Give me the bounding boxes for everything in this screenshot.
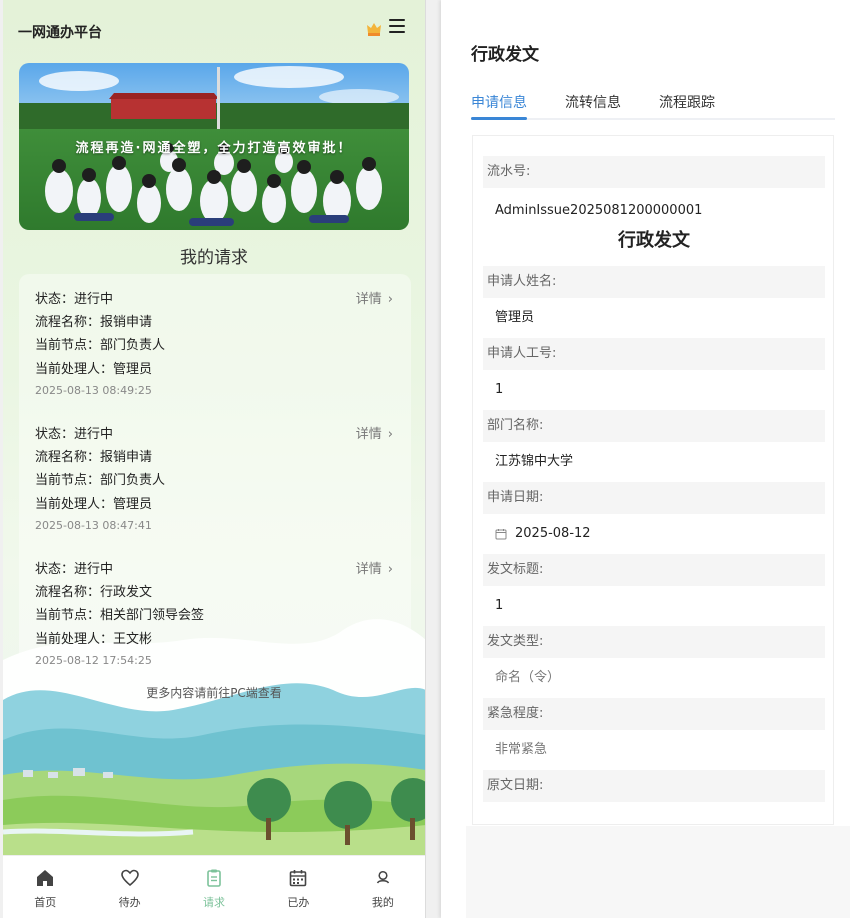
detail-link[interactable]: 详情 › <box>356 288 393 307</box>
mobile-app-panel: 一网通办平台 流程再造·网通全塑，全力打造高效审批！ 我的请求 状态：进行中 流… <box>3 0 426 918</box>
tab-requests[interactable]: 请求 <box>172 856 256 918</box>
urgency-level: 非常紧急 <box>495 742 548 757</box>
field-label: 申请人姓名: <box>483 266 825 298</box>
field-label: 申请人工号: <box>483 338 825 370</box>
user-icon <box>376 870 389 884</box>
tab-label: 我的 <box>371 896 394 909</box>
serial-number: AdminIssue2025081200000001 <box>495 203 703 218</box>
request-status: 状态：进行中 <box>35 562 114 577</box>
tab-label: 首页 <box>34 896 57 909</box>
crown-icon[interactable] <box>365 20 383 38</box>
request-process: 流程名称：报销申请 <box>35 450 153 465</box>
field-label: 紧急程度: <box>483 698 825 730</box>
tab-apply-info[interactable]: 申请信息 <box>471 92 527 112</box>
detail-link[interactable]: 详情 › <box>356 558 393 577</box>
request-handler: 当前处理人：管理员 <box>35 497 153 512</box>
banner-caption: 流程再造·网通全塑，全力打造高效审批！ <box>75 141 353 156</box>
bottom-tab-bar: 首页 待办 请求 已办 我的 <box>3 855 425 918</box>
tab-label: 请求 <box>203 896 226 909</box>
original-date <box>483 802 825 824</box>
request-time: 2025-08-12 17:54:25 <box>35 654 152 667</box>
field-label: 部门名称: <box>483 410 825 442</box>
chevron-right-icon: › <box>387 562 393 577</box>
request-list: 状态：进行中 流程名称：报销申请 当前节点：部门负责人 当前处理人：管理员 20… <box>19 274 411 682</box>
request-node: 当前节点：部门负责人 <box>35 473 166 488</box>
field-label: 原文日期: <box>483 770 825 802</box>
detail-panel: 行政发文 申请信息 流转信息 流程跟踪 流水号: AdminIssue20250… <box>441 0 865 918</box>
tab-label: 已办 <box>287 896 310 909</box>
detail-tabs: 申请信息 流转信息 流程跟踪 <box>471 90 835 120</box>
clipboard-icon <box>207 869 221 887</box>
chevron-right-icon: › <box>387 427 393 442</box>
page-title: 行政发文 <box>471 45 539 65</box>
app-title: 一网通办平台 <box>18 25 102 41</box>
apply-date-field[interactable]: 2025-08-12 <box>483 514 825 554</box>
tab-flow-info[interactable]: 流转信息 <box>565 92 621 112</box>
document-title: 1 <box>495 598 504 613</box>
request-card[interactable]: 状态：进行中 流程名称：行政发文 当前节点：相关部门领导会签 当前处理人：王文彬… <box>19 552 411 682</box>
heart-icon <box>120 869 139 887</box>
field-label: 流水号: <box>483 156 825 188</box>
banner-image: 流程再造·网通全塑，全力打造高效审批！ <box>19 63 409 230</box>
request-node: 当前节点：相关部门领导会签 <box>35 608 205 623</box>
request-time: 2025-08-13 08:47:41 <box>35 519 152 532</box>
department-name: 江苏锦中大学 <box>495 454 574 469</box>
calendar-icon <box>495 528 507 539</box>
field-label: 发文标题: <box>483 554 825 586</box>
tab-home[interactable]: 首页 <box>3 856 87 918</box>
form-container: 流水号: AdminIssue2025081200000001 行政发文 申请人… <box>472 135 834 825</box>
home-icon <box>37 870 54 886</box>
section-title: 我的请求 <box>180 248 248 268</box>
request-time: 2025-08-13 08:49:25 <box>35 384 152 397</box>
calendar-icon <box>290 870 307 887</box>
detail-label: 详情 <box>355 427 382 442</box>
request-status: 状态：进行中 <box>35 292 114 307</box>
chevron-right-icon: › <box>387 292 393 307</box>
request-process: 流程名称：行政发文 <box>35 585 153 600</box>
document-type: 命名（令） <box>495 670 561 685</box>
detail-label: 详情 <box>355 562 382 577</box>
tab-done[interactable]: 已办 <box>256 856 340 918</box>
applicant-id: 1 <box>495 382 504 397</box>
request-card[interactable]: 状态：进行中 流程名称：报销申请 当前节点：部门负责人 当前处理人：管理员 20… <box>19 274 411 404</box>
detail-label: 详情 <box>355 292 382 307</box>
active-tab-indicator <box>471 117 527 120</box>
tab-mine[interactable]: 我的 <box>341 856 425 918</box>
applicant-name: 管理员 <box>495 310 535 325</box>
field-label: 发文类型: <box>483 626 825 658</box>
top-bar: 一网通办平台 <box>3 0 425 60</box>
form-heading: 行政发文 <box>618 230 690 251</box>
detail-link[interactable]: 详情 › <box>356 423 393 442</box>
tab-label: 待办 <box>118 896 141 909</box>
more-content-tip: 更多内容请前往PC端查看 <box>146 686 282 700</box>
tab-todo[interactable]: 待办 <box>87 856 171 918</box>
field-label: 申请日期: <box>483 482 825 514</box>
request-node: 当前节点：部门负责人 <box>35 338 166 353</box>
form-body: 流水号: AdminIssue2025081200000001 行政发文 申请人… <box>483 156 825 824</box>
footer-area <box>466 826 850 918</box>
request-handler: 当前处理人：管理员 <box>35 362 153 377</box>
tab-flow-tracking[interactable]: 流程跟踪 <box>659 92 715 112</box>
request-card[interactable]: 状态：进行中 流程名称：报销申请 当前节点：部门负责人 当前处理人：管理员 20… <box>19 417 411 547</box>
menu-icon[interactable] <box>389 19 405 35</box>
request-status: 状态：进行中 <box>35 427 114 442</box>
request-handler: 当前处理人：王文彬 <box>35 632 153 647</box>
apply-date: 2025-08-12 <box>515 526 591 541</box>
request-process: 流程名称：报销申请 <box>35 315 153 330</box>
